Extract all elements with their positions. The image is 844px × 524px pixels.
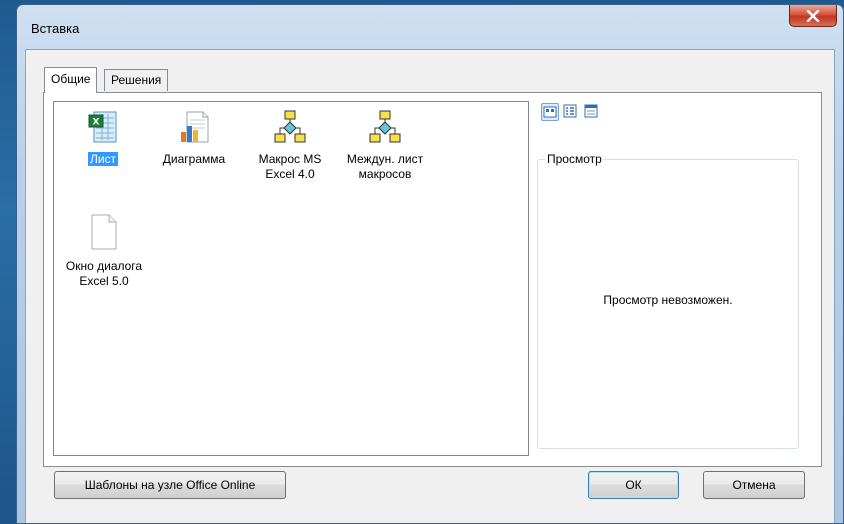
details-view-button[interactable] <box>583 103 601 121</box>
ok-button[interactable]: ОК <box>588 471 679 499</box>
tab-solutions[interactable]: Решения <box>104 69 169 91</box>
list-item-dialog-sheet[interactable]: Окно диалога Excel 5.0 <box>58 214 150 294</box>
item-label: Окно диалога <box>65 259 143 273</box>
dialog-client-area: Общие Решения X Лист Диаграмма Макрос MS… <box>25 49 835 523</box>
list-item-intl-macro[interactable]: Междун. лист макросов <box>335 110 435 185</box>
item-label: Макрос MS <box>258 152 322 166</box>
item-label: макросов <box>358 167 412 181</box>
preview-legend: Просмотр <box>545 152 604 166</box>
macro-icon <box>369 110 401 143</box>
blank-document-icon <box>91 214 117 250</box>
close-icon <box>806 9 820 22</box>
window-title: Вставка <box>31 21 80 36</box>
large-icons-view-icon <box>543 106 557 118</box>
tab-general[interactable]: Общие <box>44 67 98 93</box>
chart-icon <box>181 111 209 143</box>
large-icons-view-button[interactable] <box>541 103 559 121</box>
item-label: Excel 4.0 <box>265 167 315 181</box>
item-label: Междун. лист <box>346 152 424 166</box>
title-bar[interactable]: Вставка <box>17 5 843 51</box>
close-button[interactable] <box>789 5 837 27</box>
office-online-templates-button[interactable]: Шаблоны на узле Office Online <box>54 471 286 499</box>
details-view-icon <box>584 104 598 118</box>
svg-text:X: X <box>93 118 100 128</box>
list-view-icon <box>563 104 577 118</box>
tab-panel: X Лист Диаграмма Макрос MS Excel 4.0 Меж… <box>43 92 822 467</box>
excel-sheet-icon: X <box>88 111 117 143</box>
macro-icon <box>274 110 306 143</box>
cancel-button[interactable]: Отмена <box>703 471 805 499</box>
preview-message: Просмотр невозможен. <box>603 293 733 307</box>
preview-group: Просмотр Просмотр невозможен. <box>537 152 799 449</box>
list-view-button[interactable] <box>562 103 580 121</box>
list-item-macro[interactable]: Макрос MS Excel 4.0 <box>250 110 330 185</box>
item-label: Excel 5.0 <box>79 274 129 288</box>
list-item-sheet[interactable]: X Лист <box>68 110 138 170</box>
item-label: Диаграмма <box>162 152 226 166</box>
list-item-chart[interactable]: Диаграмма <box>156 110 232 170</box>
insert-dialog: Вставка Общие Решения X Лист Диаграмма М… <box>16 4 844 524</box>
item-label-selected: Лист <box>87 152 119 166</box>
template-list[interactable]: X Лист Диаграмма Макрос MS Excel 4.0 Меж… <box>53 101 529 456</box>
